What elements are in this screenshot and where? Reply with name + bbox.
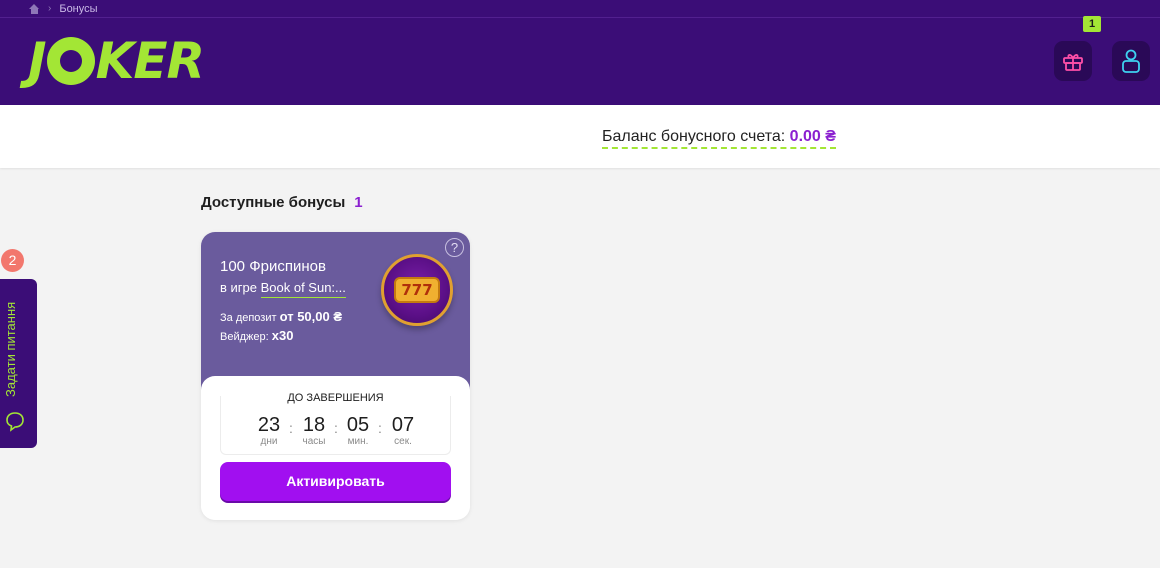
game-link[interactable]: Book of Sun:... (260, 280, 346, 298)
chat-bubble-icon (6, 412, 24, 432)
user-button[interactable] (1112, 41, 1150, 81)
bonus-balance[interactable]: Баланс бонусного счета: 0.00 ₴ (602, 128, 836, 149)
timer-days: 23 дни (252, 414, 286, 447)
gift-count-badge: 1 (1083, 16, 1101, 32)
breadcrumb: › Бонусы (0, 0, 1160, 18)
available-bonuses-count: 1 (354, 194, 363, 211)
gift-icon (1063, 54, 1083, 71)
bonus-wager: Вейджер: x30 (220, 328, 293, 343)
timer-unit: сек. (394, 436, 412, 447)
bonus-balance-label: Баланс бонусного счета: (602, 128, 786, 145)
timer-unit: мин. (347, 436, 369, 447)
bonus-card: ? 100 Фриспинов в игре Book of Sun:... З… (201, 232, 470, 520)
section-title-text: Доступные бонусы (201, 194, 346, 211)
timer-value: 23 (257, 414, 281, 436)
bonus-balance-value: 0.00 ₴ (789, 128, 836, 145)
timer-separator: : (289, 420, 293, 436)
question-icon[interactable]: ? (445, 238, 464, 257)
timer-value: 18 (302, 414, 326, 436)
bonus-deposit: За депозит от 50,00 ₴ (220, 309, 342, 324)
timer-separator: : (378, 420, 382, 436)
home-icon[interactable] (28, 3, 40, 14)
slot-reel: 777 (394, 277, 440, 303)
slot-777-icon: 777 (381, 254, 453, 326)
wager-label: Вейджер: (220, 331, 269, 343)
timer-separator: : (334, 420, 338, 436)
bonus-game-line: в игре Book of Sun:... (220, 280, 346, 298)
countdown-timer: 23 дни : 18 часы : 05 мин. : 07 сек. (220, 396, 451, 455)
joker-logo[interactable]: J KER (28, 31, 205, 91)
timer-minutes: 05 мин. (341, 414, 375, 447)
site-header: J KER (0, 18, 1160, 105)
gift-button[interactable] (1054, 41, 1092, 81)
timer-value: 05 (346, 414, 370, 436)
timer-unit: дни (260, 436, 278, 447)
deposit-value: от 50,00 ₴ (279, 309, 343, 324)
balance-bar: Баланс бонусного счета: 0.00 ₴ (0, 105, 1160, 168)
wager-value: x30 (271, 328, 294, 343)
timer-seconds: 07 сек. (386, 414, 420, 447)
activate-button[interactable]: Активировать (220, 462, 451, 501)
timer-unit: часы (302, 436, 326, 447)
timer-value: 07 (391, 414, 415, 436)
bonus-title: 100 Фриспинов (220, 258, 326, 275)
timer-hours: 18 часы (297, 414, 331, 447)
game-prefix: в игре (220, 280, 257, 295)
deposit-label: За депозит (220, 312, 277, 324)
breadcrumb-current: Бонусы (59, 2, 98, 15)
logo-o-icon (46, 37, 95, 85)
user-icon (1122, 49, 1140, 73)
feedback-label: Задати питання (3, 301, 18, 397)
feedback-tab[interactable]: Задати питання (0, 279, 37, 448)
available-bonuses-title: Доступные бонусы 1 (201, 194, 363, 211)
feedback-badge: 2 (1, 249, 24, 272)
breadcrumb-separator: › (48, 3, 52, 14)
